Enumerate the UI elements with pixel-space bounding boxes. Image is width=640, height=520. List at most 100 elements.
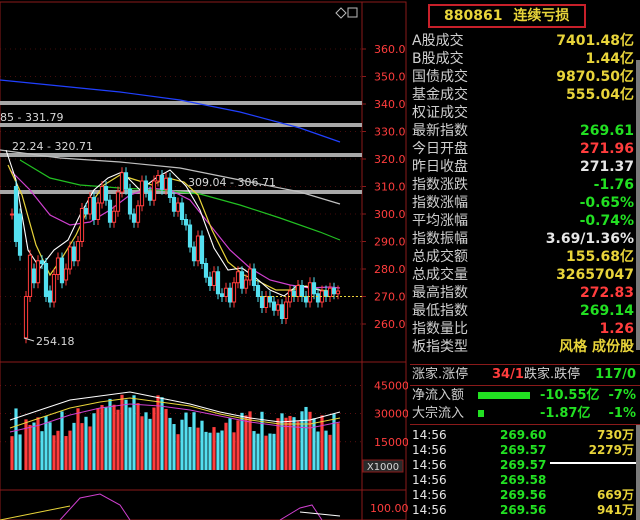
volume-bar [336, 423, 340, 470]
candle-body [75, 241, 81, 262]
level-label: 85 - 331.79 [0, 111, 63, 124]
volume-bar [136, 403, 140, 470]
down-label: 跌家.跌停 [524, 367, 581, 382]
candle-body [255, 285, 261, 297]
candle-body [39, 260, 45, 264]
candle-body [331, 287, 337, 295]
candle-body [335, 290, 341, 295]
candle-body [299, 285, 305, 297]
price-tick-label: 320.0 [374, 153, 406, 166]
candle-body [17, 213, 23, 256]
up-label: 涨家.涨停 [412, 367, 469, 382]
candle-body [235, 271, 241, 284]
candle-body [143, 180, 149, 193]
volume-bar [168, 417, 172, 470]
volume-bar [252, 431, 256, 470]
volume-bar [164, 408, 168, 470]
low-label: 254.18 [36, 335, 75, 348]
volume-bar [144, 412, 148, 470]
stat-value: 555.04亿 [565, 87, 634, 103]
breadth-row: 涨家.涨停 34/1 跌家.跌停 117/0 [412, 366, 636, 384]
candle-body [71, 246, 77, 262]
stat-label: B股成交 [412, 51, 464, 67]
volume-bar [48, 422, 52, 470]
tick-row[interactable]: 14:56 269.60 730万 [412, 428, 634, 442]
stat-value: 1.26 [599, 321, 634, 337]
candle-body [63, 268, 69, 281]
candle-body [263, 296, 269, 308]
candle-body [207, 276, 213, 286]
candle-body [179, 202, 185, 220]
volume-bar [88, 426, 92, 470]
volume-bar [256, 433, 260, 470]
stat-value: 7401.48亿 [556, 33, 634, 49]
candle-body [43, 263, 49, 297]
tick-price: 269.56 [500, 503, 547, 517]
tick-row[interactable]: 14:56 269.57 2279万 [412, 443, 634, 457]
candle-body [203, 263, 209, 278]
candle-body [67, 246, 73, 270]
stock-title-box[interactable]: 880861 连续亏损 [428, 4, 586, 28]
volume-bar [32, 422, 36, 470]
candle-body [59, 257, 65, 284]
volume-bar [316, 431, 320, 470]
volume-bar [240, 412, 244, 470]
tick-row[interactable]: 14:56 269.57 [412, 458, 634, 472]
volume-bar [284, 417, 288, 470]
tick-time: 14:56 [412, 503, 447, 517]
volume-bar [84, 416, 88, 470]
volume-bar [104, 407, 108, 470]
flow-bar [478, 392, 530, 399]
flow-label: 净流入额 [412, 388, 465, 403]
stat-value: 269.61 [579, 123, 634, 139]
tick-volume: 2279万 [588, 443, 634, 457]
candle-body [95, 202, 101, 220]
candle-body [87, 197, 93, 215]
stat-label: 基金成交 [412, 87, 468, 103]
kline-chart-area[interactable]: 360.0 350.0 340.0 330.0 320.0 310.0 300.0 290.0… [0, 0, 408, 520]
candle-body [51, 274, 57, 303]
candle-body [35, 260, 41, 284]
restore-icon[interactable] [347, 7, 358, 18]
flow-bar [478, 410, 484, 417]
candle-body [275, 304, 281, 311]
volume-bar [188, 426, 192, 470]
tick-row[interactable]: 14:56 269.58 [412, 473, 634, 487]
volume-bar [10, 436, 14, 470]
stat-value: 1.44亿 [585, 51, 634, 67]
tick-time: 14:56 [412, 488, 447, 502]
candle-body [79, 208, 85, 242]
stat-row: 指数振幅 3.69/1.36% [412, 230, 634, 248]
candle-body [103, 186, 109, 201]
tick-time: 14:56 [412, 443, 447, 457]
scrollbar[interactable] [636, 60, 640, 350]
tick-volume: 730万 [596, 428, 634, 442]
volume-bar [140, 416, 144, 470]
candle-body [243, 279, 249, 289]
diamond-icon[interactable] [335, 7, 347, 19]
candle-body [279, 304, 285, 319]
tick-row[interactable]: 14:56 269.56 669万 [412, 488, 634, 502]
volume-bar [72, 422, 76, 470]
scrollbar[interactable] [636, 425, 640, 520]
flow-row: 大宗流入 -1.87亿 -1% [412, 405, 636, 423]
volume-bar [228, 418, 232, 470]
volume-bar [244, 415, 248, 470]
candle-body [91, 197, 97, 220]
indicator-line [59, 493, 131, 520]
kline-chart[interactable]: 360.0 350.0 340.0 330.0 320.0 310.0 300.0 290.0… [0, 0, 408, 520]
volume-bar [68, 430, 72, 470]
stat-value: -0.74% [579, 213, 634, 229]
volume-bar [52, 435, 56, 470]
candle-body [267, 296, 273, 303]
candle-body [311, 282, 317, 295]
candle-body [115, 191, 121, 212]
volume-bar [120, 394, 124, 470]
candle-body [55, 257, 61, 275]
tick-price: 269.57 [500, 458, 547, 472]
volume-bar [160, 397, 164, 470]
volume-bar [176, 434, 180, 470]
tick-row[interactable]: 14:56 269.56 941万 [412, 503, 634, 517]
stat-row: 最高指数 272.83 [412, 284, 634, 302]
volume-bar [24, 419, 28, 470]
